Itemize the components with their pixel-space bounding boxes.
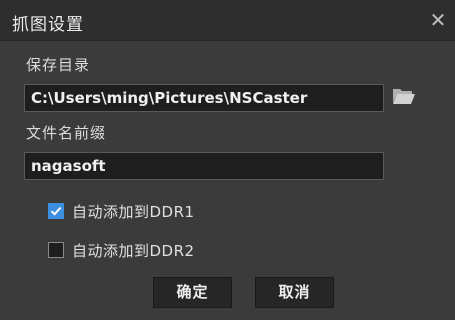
checkmark-icon — [50, 206, 62, 216]
checkbox-ddr1[interactable] — [48, 203, 64, 219]
option-ddr2-label: 自动添加到DDR2 — [72, 242, 195, 260]
ok-button[interactable]: 确定 — [153, 277, 232, 308]
cancel-button[interactable]: 取消 — [255, 277, 334, 308]
save-directory-input[interactable]: C:\Users\ming\Pictures\NSCaster — [24, 84, 384, 112]
filename-prefix-input[interactable]: nagasoft — [24, 152, 384, 180]
filename-prefix-label: 文件名前缀 — [26, 124, 107, 142]
save-directory-label: 保存目录 — [26, 56, 91, 74]
dialog-title: 抓图设置 — [12, 15, 84, 35]
close-icon[interactable]: ✕ — [427, 9, 449, 31]
checkbox-ddr2[interactable] — [48, 242, 64, 258]
title-bar: 抓图设置 ✕ — [0, 0, 455, 41]
capture-settings-dialog: 抓图设置 ✕ 保存目录 C:\Users\ming\Pictures\NSCas… — [0, 0, 455, 320]
folder-open-icon[interactable] — [392, 86, 416, 106]
option-ddr1-label: 自动添加到DDR1 — [72, 203, 195, 221]
